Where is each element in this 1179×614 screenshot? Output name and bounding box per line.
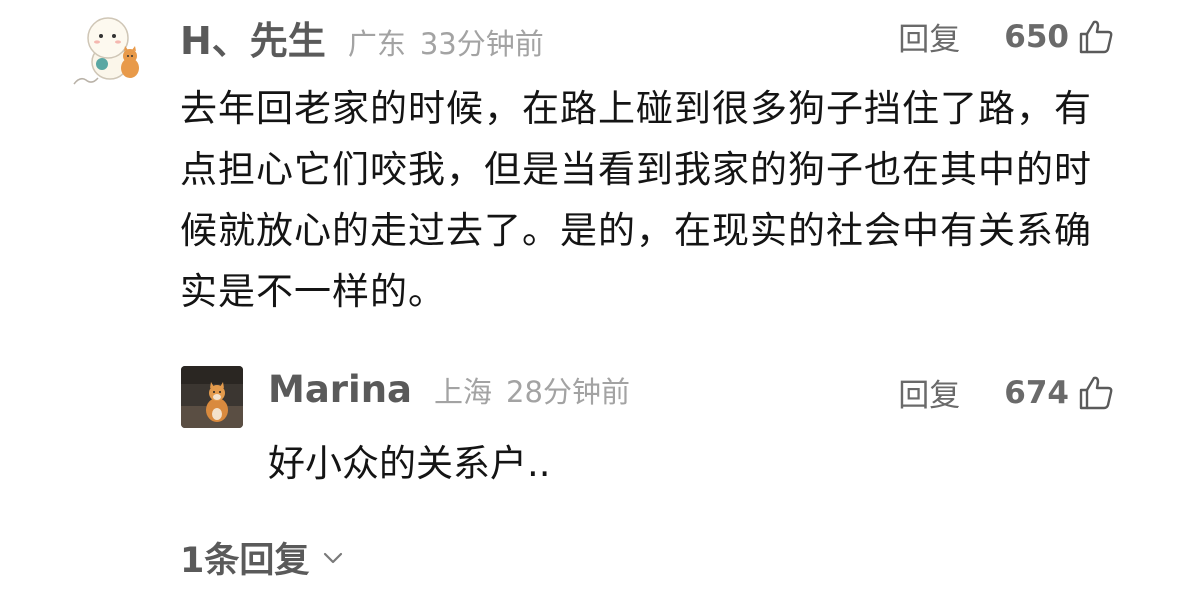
expand-replies-button[interactable]: 1条回复: [180, 532, 345, 583]
cat-photo-avatar-icon: [181, 366, 243, 428]
reply-location: 上海: [434, 375, 493, 409]
reply-item: Marina 上海 28分钟前 回复 674 好小众的关系户..: [0, 360, 1179, 500]
reply-text: 好小众的关系户..: [268, 442, 551, 485]
thumbs-up-icon[interactable]: [1077, 18, 1115, 56]
timestamp: 33分钟前: [419, 27, 544, 61]
reply-button[interactable]: 回复: [898, 14, 960, 59]
username[interactable]: H、先生: [180, 10, 326, 65]
reply-like-count: 674: [1004, 374, 1069, 411]
reply-actions: 回复 674: [898, 370, 1115, 415]
chevron-down-icon: [324, 552, 343, 563]
comment-text: 去年回老家的时候，在路上碰到很多狗子挡住了路，有点担心它们咬我，但是当看到我家的…: [180, 87, 1092, 313]
reply-user-avatar[interactable]: [181, 366, 243, 428]
more-replies-label: 1条回复: [180, 541, 310, 581]
location: 广东: [347, 27, 406, 61]
comment-actions: 回复 650: [898, 14, 1115, 59]
thumbs-up-icon[interactable]: [1077, 374, 1115, 412]
reply-timestamp: 28分钟前: [506, 375, 630, 409]
reply-header: Marina 上海 28分钟前: [268, 368, 630, 418]
reply-reply-button[interactable]: 回复: [898, 370, 960, 415]
cartoon-avatar-icon: [73, 17, 139, 85]
comment-header: H、先生 广东 33分钟前: [180, 10, 544, 63]
user-avatar[interactable]: [66, 6, 154, 94]
like-count: 650: [1004, 18, 1069, 55]
reply-username[interactable]: Marina: [268, 368, 412, 411]
